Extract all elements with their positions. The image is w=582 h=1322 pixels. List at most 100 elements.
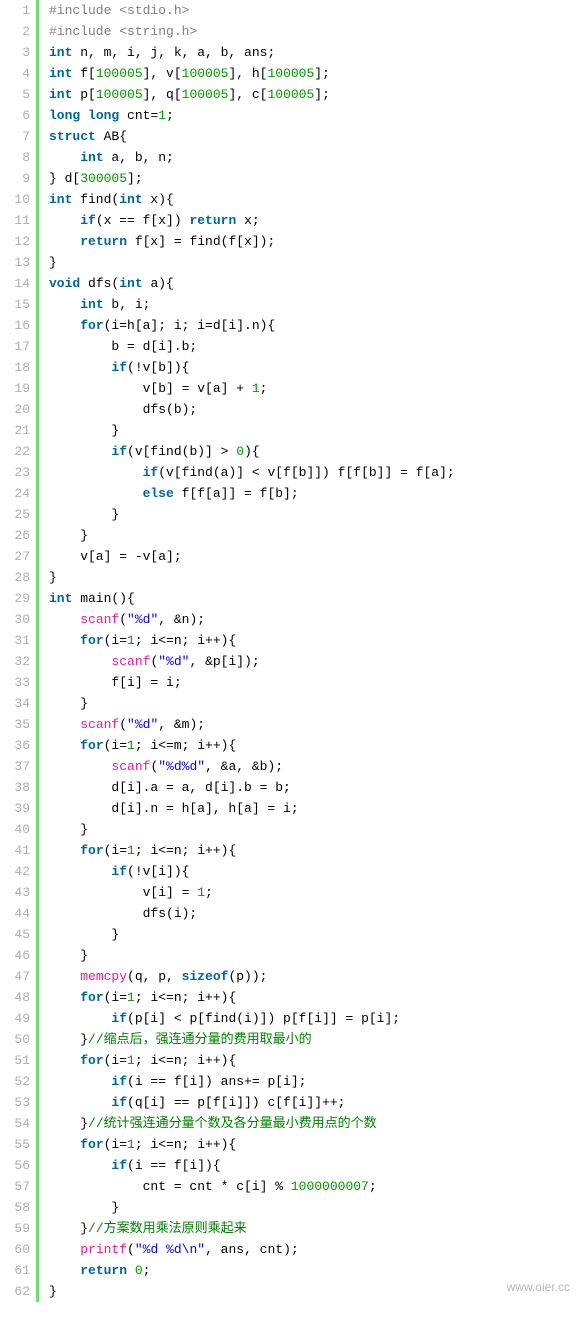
token-kw: for [80,1053,103,1068]
token-id: (i= [104,1053,127,1068]
token-id [49,612,80,627]
token-id [80,108,88,123]
token-id: } [49,822,88,837]
token-fn: scanf [80,612,119,627]
code-line: } [49,525,582,546]
token-kw: else [143,486,174,501]
token-id: d[i].a = a, d[i].b = b; [49,780,291,795]
line-number: 57 [0,1176,30,1197]
token-id: f[f[a]] = f[b]; [174,486,299,501]
line-number: 15 [0,294,30,315]
code-line: } d[300005]; [49,168,582,189]
token-kw: int [80,297,103,312]
token-id: (i= [104,990,127,1005]
code-line: int main(){ [49,588,582,609]
token-num: 0 [236,444,244,459]
line-number: 60 [0,1239,30,1260]
token-kw: for [80,633,103,648]
token-str: "%d" [158,654,189,669]
token-id: (v[find(a)] < v[f[b]]) f[f[b]] = f[a]; [158,465,454,480]
token-id: (i == f[i]) ans+= p[i]; [127,1074,306,1089]
code-line: for(i=1; i<=n; i++){ [49,840,582,861]
code-line: } [49,693,582,714]
line-number: 27 [0,546,30,567]
line-number: 11 [0,210,30,231]
token-kw: void [49,276,80,291]
token-id: ], q[ [143,87,182,102]
token-id: ]; [127,171,143,186]
line-number: 6 [0,105,30,126]
token-id: ; i<=n; i++){ [135,843,236,858]
line-number: 50 [0,1029,30,1050]
code-line: } [49,924,582,945]
token-id: ; [260,381,268,396]
token-id: ){ [244,444,260,459]
token-kw: if [111,1011,127,1026]
token-pp: #include <string.h> [49,24,197,39]
code-line: int a, b, n; [49,147,582,168]
code-line: scanf("%d", &p[i]); [49,651,582,672]
code-line: if(i == f[i]) ans+= p[i]; [49,1071,582,1092]
token-id [49,150,80,165]
token-str: "%d" [127,612,158,627]
code-line: for(i=h[a]; i; i=d[i].n){ [49,315,582,336]
token-num: 100005 [182,87,229,102]
token-id: v[a] = -v[a]; [49,549,182,564]
token-kw: for [80,318,103,333]
token-id [49,360,111,375]
token-id: } [49,696,88,711]
token-cm: //缩点后，强连通分量的费用取最小的 [88,1032,312,1047]
code-line: for(i=1; i<=n; i++){ [49,1134,582,1155]
line-number: 22 [0,441,30,462]
token-id: (!v[b]){ [127,360,189,375]
token-id: ; i<=n; i++){ [135,1053,236,1068]
code-line: int b, i; [49,294,582,315]
line-number: 56 [0,1155,30,1176]
line-number: 62 [0,1281,30,1302]
code-line: for(i=1; i<=n; i++){ [49,987,582,1008]
code-line: return f[x] = find(f[x]); [49,231,582,252]
token-num: 100005 [96,66,143,81]
token-kw: int [119,276,142,291]
token-id: ]; [314,87,330,102]
line-number: 37 [0,756,30,777]
code-line: }//缩点后，强连通分量的费用取最小的 [49,1029,582,1050]
code-line: b = d[i].b; [49,336,582,357]
token-kw: if [111,1095,127,1110]
code-line: for(i=1; i<=n; i++){ [49,630,582,651]
token-kw: int [49,66,72,81]
line-number: 16 [0,315,30,336]
code-line: int f[100005], v[100005], h[100005]; [49,63,582,84]
token-id: (p[i] < p[find(i)]) p[f[i]] = p[i]; [127,1011,400,1026]
line-number: 21 [0,420,30,441]
token-id: ; i<=n; i++){ [135,990,236,1005]
line-number: 42 [0,861,30,882]
token-fn: printf [80,1242,127,1257]
code-line: } [49,420,582,441]
line-number: 61 [0,1260,30,1281]
token-id [49,717,80,732]
token-num: 100005 [267,87,314,102]
line-number: 32 [0,651,30,672]
token-id: (q[i] == p[f[i]]) c[f[i]]++; [127,1095,345,1110]
token-id: (i= [104,843,127,858]
token-id: ; [205,885,213,900]
token-kw: int [49,87,72,102]
code-line: #include <stdio.h> [49,0,582,21]
token-id: f[x] = find(f[x]); [127,234,275,249]
token-id: } [49,528,88,543]
line-number: 10 [0,189,30,210]
token-id: ; [166,108,174,123]
token-num: 100005 [182,66,229,81]
token-id: (x == f[x]) [96,213,190,228]
token-str: "%d" [127,717,158,732]
token-kw: long [49,108,80,123]
token-fn: scanf [111,654,150,669]
token-num: 1 [127,843,135,858]
token-id [49,633,80,648]
token-id: } [49,1221,88,1236]
token-id [49,843,80,858]
token-num: 1 [197,885,205,900]
token-id: a, b, n; [104,150,174,165]
token-num: 1 [127,738,135,753]
